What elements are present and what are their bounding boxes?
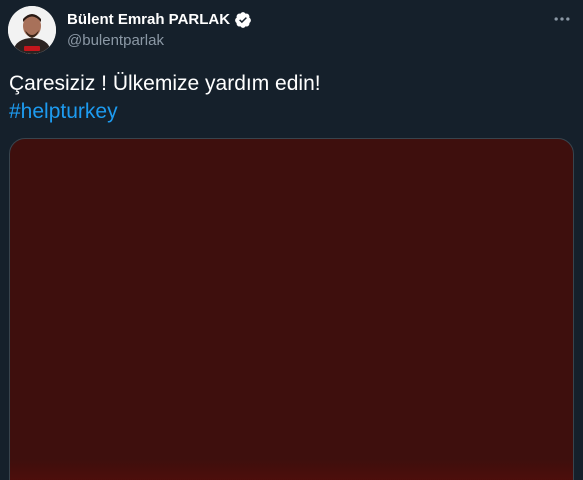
more-options-icon[interactable] [551,8,573,30]
author-name-row[interactable]: Bülent Emrah PARLAK [67,10,252,30]
hashtag-link[interactable]: #helpturkey [9,98,569,126]
tweet-body: Çaresiziz ! Ülkemize yardım edin! [9,72,321,95]
author-display-name[interactable]: Bülent Emrah PARLAK [67,10,230,30]
author-handle[interactable]: @bulentparlak [67,31,164,51]
avatar[interactable] [8,6,56,54]
tweet-card: Bülent Emrah PARLAK @bulentparlak Çaresi… [0,0,583,480]
media-image-content [10,459,573,480]
tweet-text: Çaresiziz ! Ülkemize yardım edin! #helpt… [9,70,569,126]
verified-badge-icon [234,11,252,29]
avatar-image [8,6,56,54]
tweet-media[interactable] [9,138,574,480]
